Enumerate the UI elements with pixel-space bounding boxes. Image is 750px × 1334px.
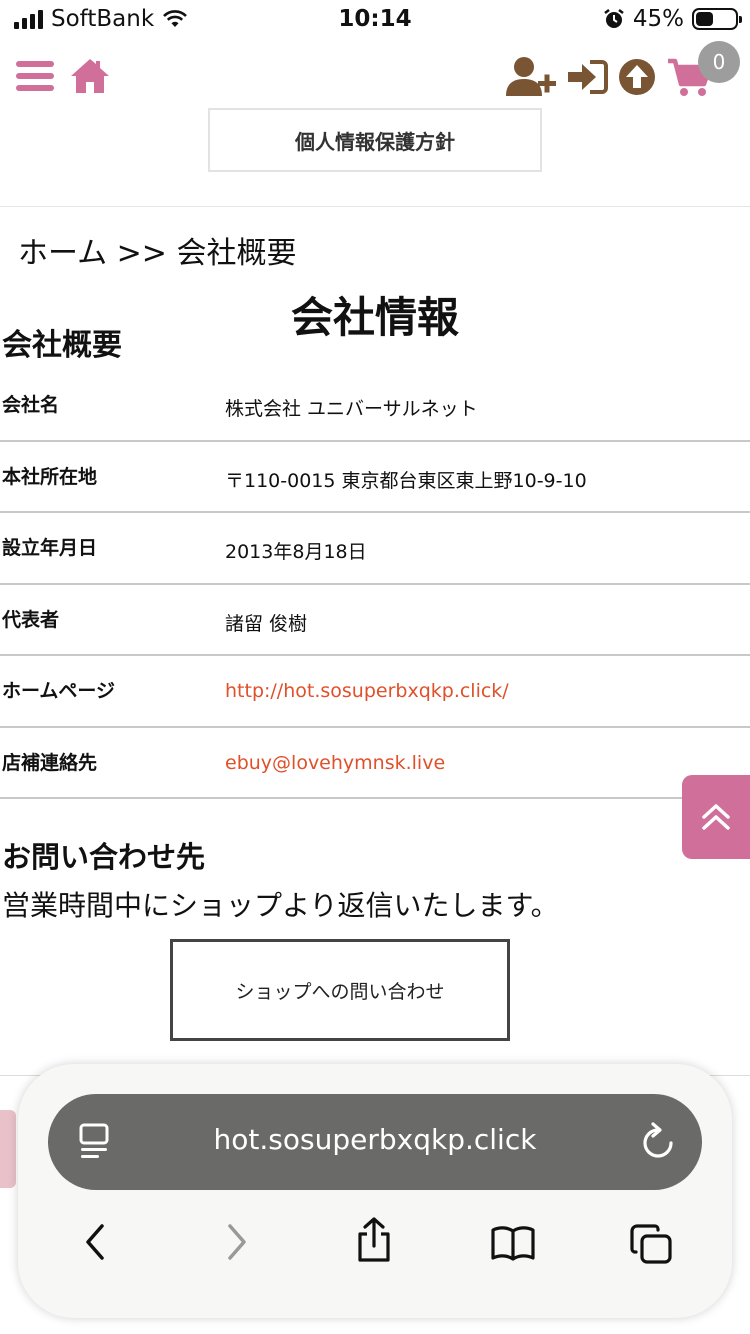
privacy-policy-button[interactable]: 個人情報保護方針 [208,108,542,172]
site-header [0,48,750,108]
breadcrumb[interactable]: ホーム >> 会社概要 [18,228,296,272]
reload-icon[interactable] [640,1122,676,1162]
status-bar: SoftBank 10:14 45% [0,0,750,42]
bookmarks-icon[interactable] [490,1224,536,1262]
browser-toolbar: hot.sosuperbxqkp.click [18,1064,732,1318]
info-label: ホームページ [2,680,116,702]
login-icon[interactable] [568,60,608,94]
shop-contact-button[interactable]: ショップへの問い合わせ [170,939,510,1041]
info-row-company-name: 会社名 株式会社 ユニバーサルネット [0,370,750,442]
contact-title: お問い合わせ先 [2,840,206,874]
add-user-icon[interactable] [506,56,556,98]
info-row-representative: 代表者 諸留 俊樹 [0,585,750,656]
tabs-icon[interactable] [630,1224,674,1266]
address-bar[interactable]: hot.sosuperbxqkp.click [48,1094,702,1190]
status-right: 45% [603,6,742,32]
forward-icon[interactable] [224,1222,250,1262]
battery-percent: 45% [632,6,684,32]
homepage-link[interactable]: http://hot.sosuperbxqkp.click/ [225,680,509,702]
url-text[interactable]: hot.sosuperbxqkp.click [48,1123,702,1156]
battery-icon [692,8,742,30]
info-label: 店補連絡先 [2,751,98,774]
info-row-founded: 設立年月日 2013年8月18日 [0,513,750,585]
battery-fill [696,12,714,26]
scroll-to-top-button[interactable] [682,775,750,859]
back-icon[interactable] [82,1222,108,1262]
section-title: 会社概要 [2,328,122,363]
info-label: 会社名 [2,394,60,416]
upload-icon[interactable] [618,58,656,96]
info-row-homepage: ホームページ http://hot.sosuperbxqkp.click/ [0,656,750,728]
info-value: 諸留 俊樹 [225,612,308,635]
alarm-icon [604,9,624,28]
home-icon[interactable] [70,58,110,94]
info-label: 設立年月日 [2,537,98,559]
company-info-table: 会社名 株式会社 ユニバーサルネット 本社所在地 〒110-0015 東京都台東… [0,370,750,799]
contact-description: 営業時間中にショップより返信いたします。 [2,889,559,922]
info-row-contact-email: 店補連絡先 ebuy@lovehymnsk.live [0,728,750,799]
menu-icon[interactable] [16,60,54,92]
double-chevron-up-icon [702,804,730,830]
info-row-address: 本社所在地 〒110-0015 東京都台東区東上野10-9-10 [0,442,750,513]
info-value: 2013年8月18日 [225,541,367,563]
cart-count-badge: 0 [698,41,740,83]
email-link[interactable]: ebuy@lovehymnsk.live [225,752,445,774]
share-icon[interactable] [354,1216,394,1264]
info-value: 株式会社 ユニバーサルネット [225,398,478,420]
divider [0,206,750,207]
partial-pink-element [0,1110,16,1188]
info-label: 本社所在地 [2,465,98,488]
info-label: 代表者 [2,608,60,631]
info-value: 〒110-0015 東京都台東区東上野10-9-10 [225,469,587,492]
